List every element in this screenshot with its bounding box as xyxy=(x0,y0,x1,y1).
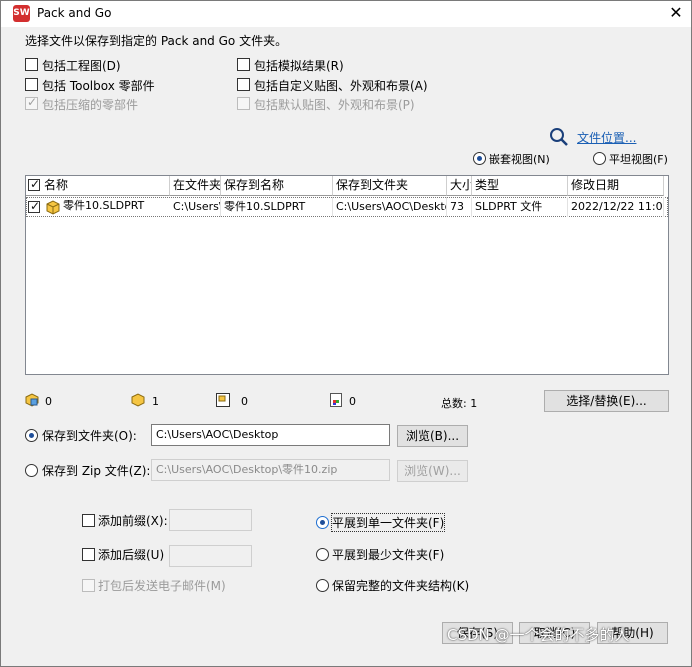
add-prefix-label: 添加前缀(X): xyxy=(98,514,168,528)
part-count: 1 xyxy=(152,395,159,408)
include-custom-decals-checkbox[interactable] xyxy=(237,78,250,91)
column-header-size[interactable]: 大小 xyxy=(447,176,472,196)
assembly-count: 0 xyxy=(45,395,52,408)
flatten-single-radio[interactable] xyxy=(316,516,329,529)
include-suppressed-checkbox[interactable] xyxy=(25,95,38,110)
preserve-structure-label: 保留完整的文件夹结构(K) xyxy=(332,579,470,593)
window-title: Pack and Go xyxy=(37,6,112,20)
include-simulation-checkbox[interactable] xyxy=(237,58,250,71)
total-count: 总数: 1 xyxy=(441,397,478,410)
include-suppressed-label: 包括压缩的零部件 xyxy=(42,98,139,112)
zip-path-input[interactable]: C:\Users\AOC\Desktop\零件10.zip xyxy=(151,459,390,481)
select-all-checkbox[interactable] xyxy=(28,177,40,191)
part-count-icon xyxy=(131,393,145,407)
column-header-date[interactable]: 修改日期 xyxy=(568,176,664,196)
include-drawings-label: 包括工程图(D) xyxy=(42,59,121,73)
file-list[interactable]: 名称 在文件夹 保存到名称 保存到文件夹 大小 类型 修改日期 零件10.SLD… xyxy=(25,175,669,375)
include-toolbox-label: 包括 Toolbox 零部件 xyxy=(42,79,155,93)
include-toolbox-checkbox[interactable] xyxy=(25,78,38,91)
save-folder-input[interactable]: C:\Users\AOC\Desktop xyxy=(151,424,390,446)
save-to-folder-radio[interactable] xyxy=(25,429,38,442)
drawing-count: 0 xyxy=(241,395,248,408)
save-to-folder-label: 保存到文件夹(O): xyxy=(42,429,137,443)
nested-view-label: 嵌套视图(N) xyxy=(489,153,550,166)
file-location-link[interactable]: 文件位置... xyxy=(577,129,636,146)
column-header-save-name[interactable]: 保存到名称 xyxy=(221,176,333,196)
cell-type: SLDPRT 文件 xyxy=(472,197,568,217)
title-bar: SW Pack and Go ✕ xyxy=(1,1,691,27)
add-suffix-label: 添加后缀(U) xyxy=(98,548,165,562)
column-header-save-folder[interactable]: 保存到文件夹 xyxy=(333,176,447,196)
add-suffix-checkbox[interactable] xyxy=(82,548,95,561)
suffix-input[interactable] xyxy=(169,545,252,567)
row-checkbox[interactable] xyxy=(28,199,40,213)
cell-save-name[interactable]: 零件10.SLDPRT xyxy=(221,197,333,217)
add-prefix-checkbox[interactable] xyxy=(82,514,95,527)
browse-folder-button[interactable]: 浏览(B)... xyxy=(397,425,468,447)
assembly-icon xyxy=(25,393,39,407)
cell-save-folder[interactable]: C:\Users\AOC\Deskto xyxy=(333,197,447,217)
email-after-pack-checkbox[interactable] xyxy=(82,579,95,592)
prefix-input[interactable] xyxy=(169,509,252,531)
save-to-zip-label: 保存到 Zip 文件(Z): xyxy=(42,464,151,478)
flatten-min-label: 平展到最少文件夹(F) xyxy=(332,548,445,562)
save-to-zip-radio[interactable] xyxy=(25,464,38,477)
preserve-structure-radio[interactable] xyxy=(316,579,329,592)
drawing-icon xyxy=(216,393,230,407)
pack-and-go-dialog: SW Pack and Go ✕ 选择文件以保存到指定的 Pack and Go… xyxy=(0,0,692,667)
column-header-type[interactable]: 类型 xyxy=(472,176,568,196)
cell-size: 73 xyxy=(447,197,472,217)
close-icon[interactable]: ✕ xyxy=(665,3,687,25)
other-count: 0 xyxy=(349,395,356,408)
description-text: 选择文件以保存到指定的 Pack and Go 文件夹。 xyxy=(25,34,288,48)
cell-name: 零件10.SLDPRT xyxy=(63,199,145,212)
include-custom-decals-label: 包括自定义贴图、外观和布景(A) xyxy=(254,79,428,93)
cell-in-folder: C:\Users\ xyxy=(170,197,221,217)
flatten-single-label: 平展到单一文件夹(F) xyxy=(330,513,446,532)
nested-view-radio[interactable] xyxy=(473,152,486,165)
search-icon[interactable] xyxy=(549,127,569,147)
include-simulation-label: 包括模拟结果(R) xyxy=(254,59,344,73)
flat-view-label: 平坦视图(F) xyxy=(609,153,668,166)
include-default-decals-label: 包括默认贴图、外观和布景(P) xyxy=(254,98,415,112)
column-header-in-folder[interactable]: 在文件夹 xyxy=(170,176,221,196)
column-header-name[interactable]: 名称 xyxy=(26,176,170,196)
cell-date: 2022/12/22 11:05: xyxy=(568,197,664,217)
include-drawings-checkbox[interactable] xyxy=(25,58,38,71)
flat-view-radio[interactable] xyxy=(593,152,606,165)
solidworks-app-icon: SW xyxy=(13,5,30,22)
other-files-icon xyxy=(330,393,342,407)
email-after-pack-label: 打包后发送电子邮件(M) xyxy=(98,579,226,593)
watermark: CSDN @一个会的不多的人 xyxy=(447,626,630,644)
select-replace-button[interactable]: 选择/替换(E)... xyxy=(544,390,669,412)
flatten-min-radio[interactable] xyxy=(316,548,329,561)
include-default-decals-checkbox[interactable] xyxy=(237,97,250,110)
browse-zip-button[interactable]: 浏览(W)... xyxy=(397,460,468,482)
